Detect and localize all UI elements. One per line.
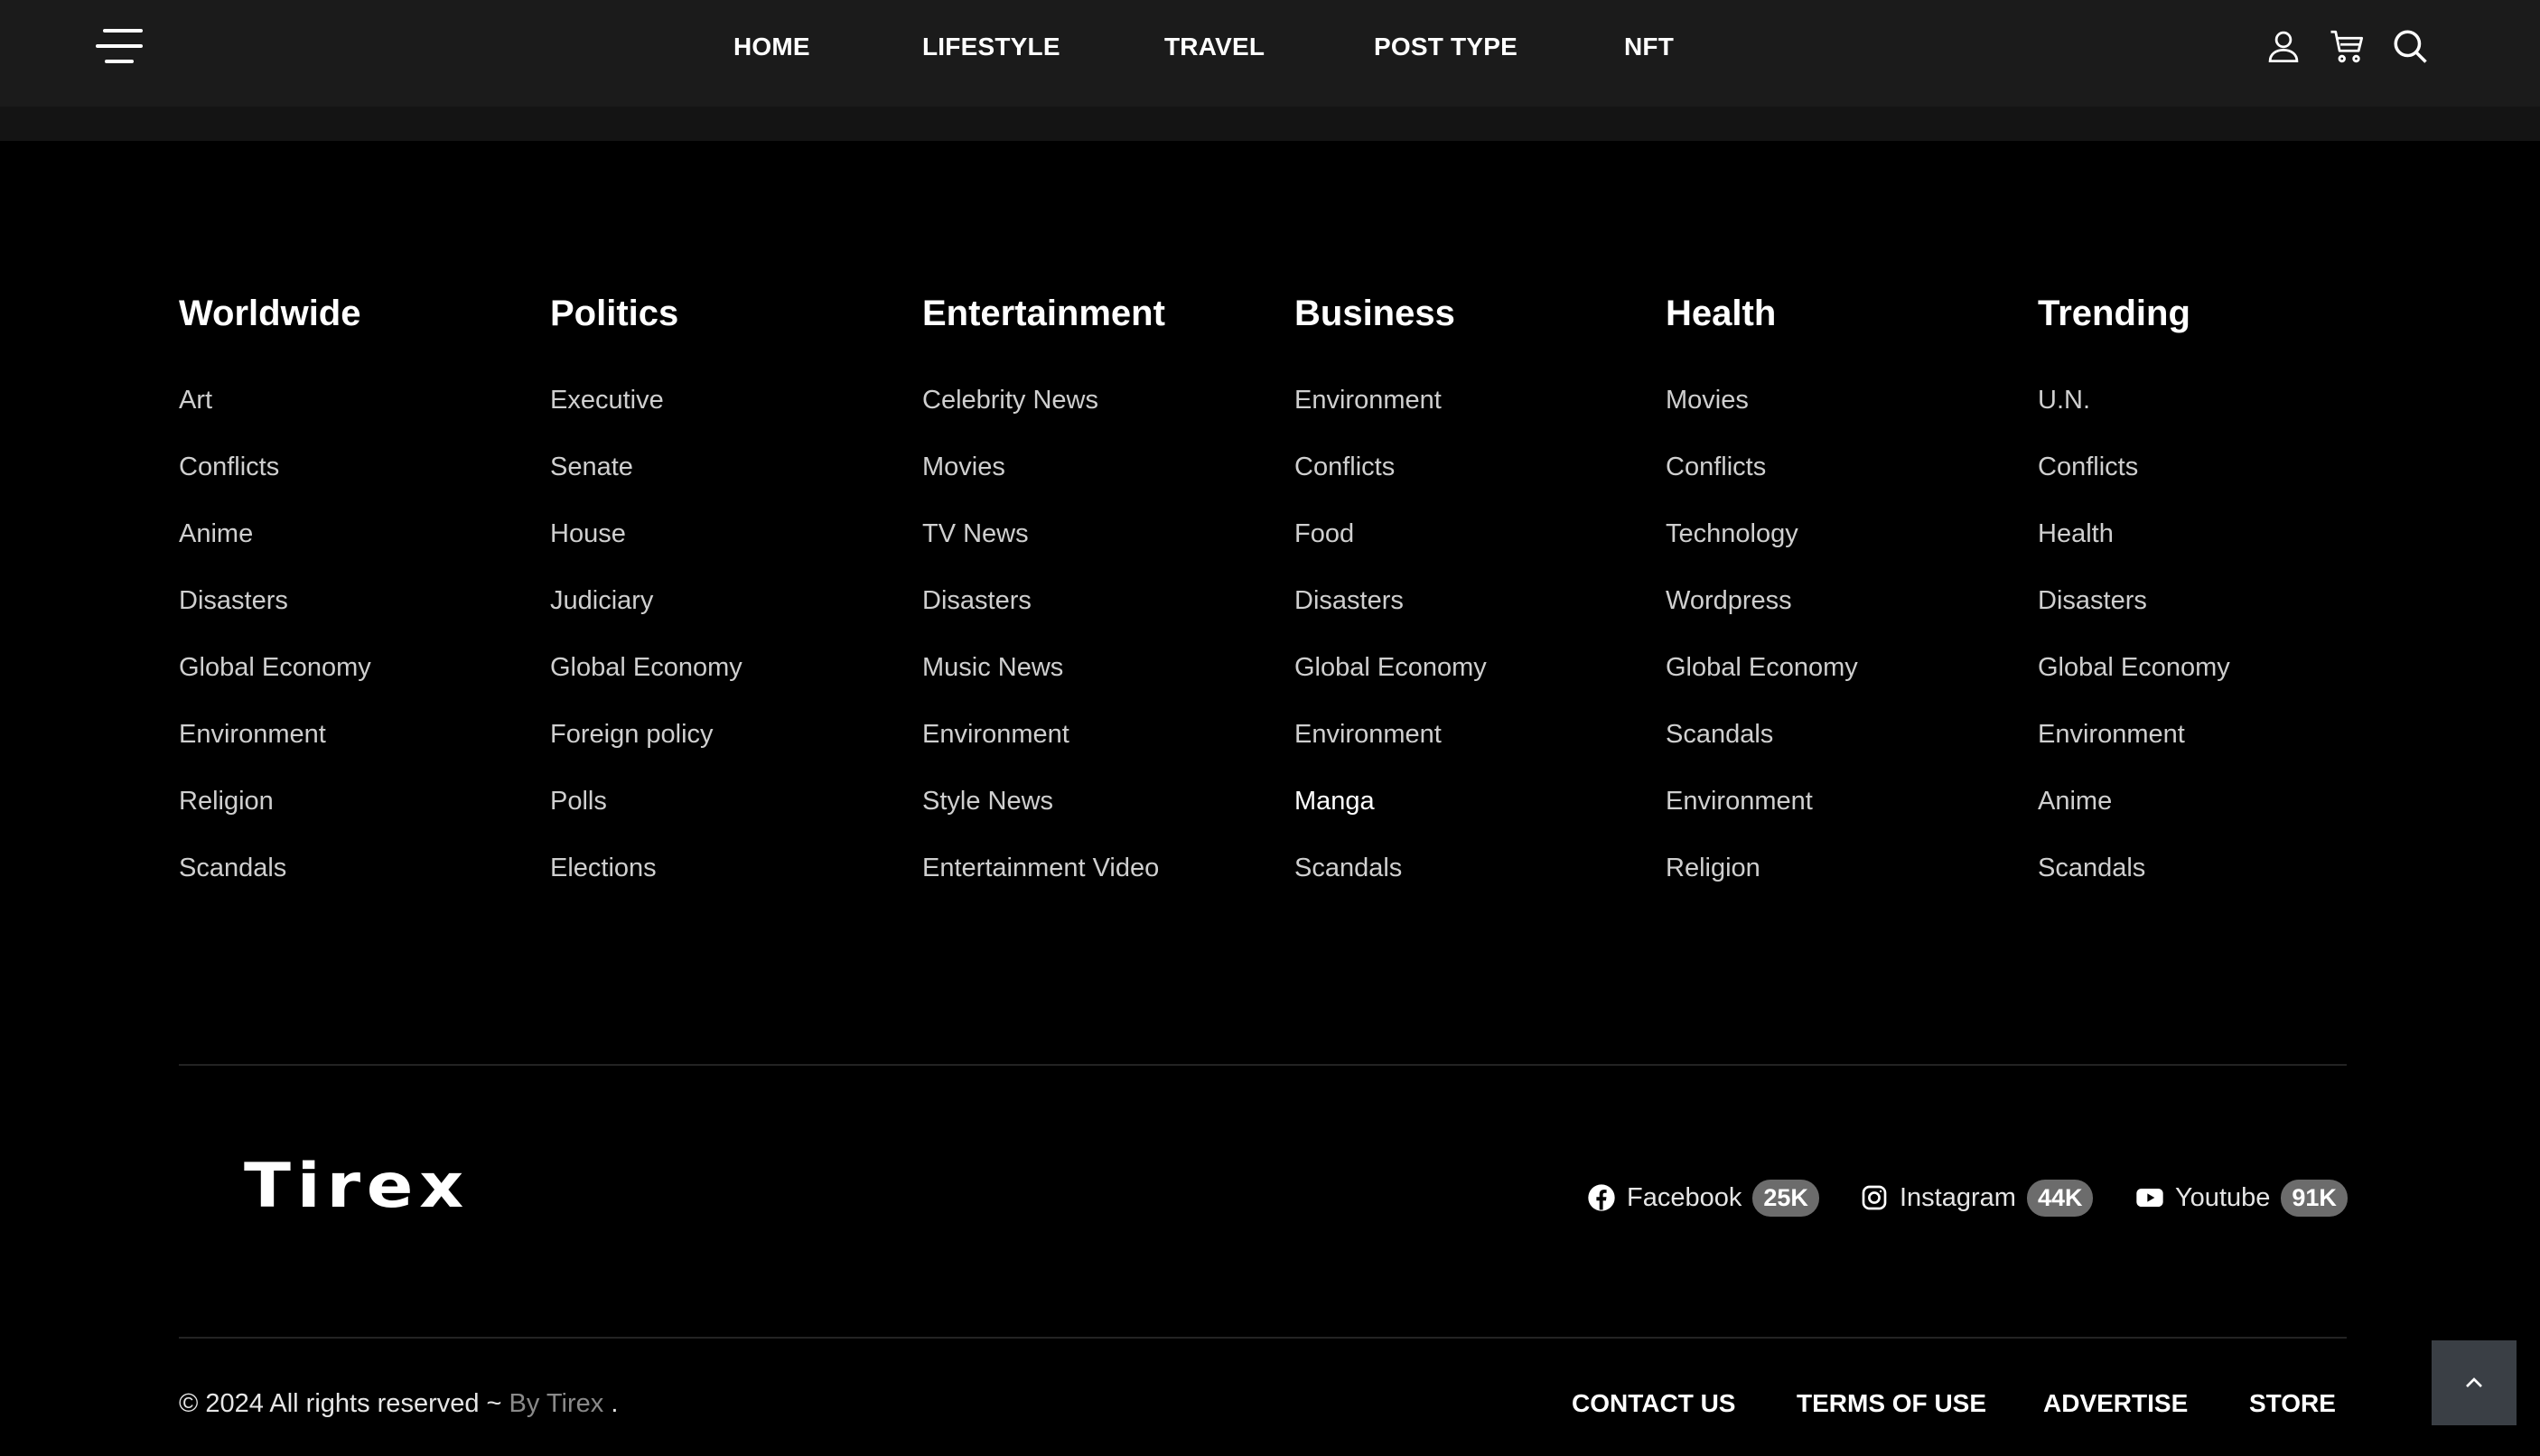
list-item[interactable]: TV News <box>922 520 1265 587</box>
list-item[interactable]: Wordpress <box>1666 587 2009 654</box>
list-item[interactable]: Disasters <box>1294 587 1638 654</box>
column-title[interactable]: Trending <box>2038 291 2381 336</box>
list-item[interactable]: Executive <box>550 387 893 453</box>
instagram-icon <box>1862 1185 1887 1210</box>
column-title[interactable]: Politics <box>550 291 893 336</box>
copyright-period: . <box>603 1389 619 1418</box>
chevron-up-icon <box>2466 1377 2482 1387</box>
column-health: Health Movies Conflicts Technology Wordp… <box>1666 291 2009 921</box>
list-item[interactable]: Conflicts <box>2038 453 2381 520</box>
main-nav: HOME LIFESTYLE TRAVEL POST TYPE NFT <box>0 0 2540 94</box>
copyright-text: © 2024 All rights reserved ~ By Tirex . <box>179 1389 618 1419</box>
list-item[interactable]: Music News <box>922 654 1265 721</box>
list-item[interactable]: Celebrity News <box>922 387 1265 453</box>
list-item[interactable]: Scandals <box>1666 721 2009 788</box>
social-youtube-link[interactable]: Youtube 91K <box>2135 1178 2348 1218</box>
copyright-label: © 2024 All rights reserved ~ <box>179 1389 509 1418</box>
nav-home[interactable]: HOME <box>733 33 810 61</box>
column-title[interactable]: Worldwide <box>179 291 522 336</box>
brand-logo[interactable]: Tirex <box>244 1156 470 1218</box>
list-item[interactable]: Scandals <box>2038 854 2381 921</box>
divider <box>179 1337 2347 1339</box>
list-item[interactable]: Disasters <box>179 587 522 654</box>
cart-icon[interactable] <box>2328 27 2366 65</box>
footer-link-store[interactable]: STORE <box>2249 1389 2336 1418</box>
list-item[interactable]: Global Economy <box>2038 654 2381 721</box>
column-politics: Politics Executive Senate House Judiciar… <box>550 291 893 921</box>
facebook-icon <box>1588 1184 1615 1211</box>
list-item[interactable]: Technology <box>1666 520 2009 587</box>
column-title[interactable]: Health <box>1666 291 2009 336</box>
list-item[interactable]: Environment <box>1294 387 1638 453</box>
back-to-top-button[interactable] <box>2432 1340 2517 1425</box>
follower-count-badge: 25K <box>1752 1179 1819 1217</box>
list-item[interactable]: Anime <box>179 520 522 587</box>
list-item-hovered[interactable]: Manga <box>1294 788 1638 854</box>
list-item[interactable]: Scandals <box>179 854 522 921</box>
search-icon[interactable] <box>2391 27 2429 65</box>
follower-count-badge: 91K <box>2281 1179 2348 1217</box>
header-underlay <box>0 107 2540 141</box>
list-item[interactable]: Global Economy <box>550 654 893 721</box>
column-title[interactable]: Business <box>1294 291 1638 336</box>
nav-post-type[interactable]: POST TYPE <box>1374 33 1517 61</box>
column-title[interactable]: Entertainment <box>922 291 1265 336</box>
list-item[interactable]: Art <box>179 387 522 453</box>
list-item[interactable]: Disasters <box>2038 587 2381 654</box>
list-item[interactable]: U.N. <box>2038 387 2381 453</box>
list-item[interactable]: Food <box>1294 520 1638 587</box>
divider <box>179 1064 2347 1066</box>
follower-count-badge: 44K <box>2026 1179 2094 1217</box>
list-item[interactable]: Polls <box>550 788 893 854</box>
list-item[interactable]: Entertainment Video <box>922 854 1265 921</box>
list-item[interactable]: Style News <box>922 788 1265 854</box>
list-item[interactable]: Environment <box>179 721 522 788</box>
footer-link-contact-us[interactable]: CONTACT US <box>1572 1389 1735 1418</box>
list-item[interactable]: Conflicts <box>1666 453 2009 520</box>
list-item[interactable]: Senate <box>550 453 893 520</box>
list-item[interactable]: Environment <box>2038 721 2381 788</box>
list-item[interactable]: Conflicts <box>179 453 522 520</box>
list-item[interactable]: Movies <box>922 453 1265 520</box>
top-navbar: HOME LIFESTYLE TRAVEL POST TYPE NFT <box>0 0 2540 107</box>
list-item[interactable]: Environment <box>1666 788 2009 854</box>
column-trending: Trending U.N. Conflicts Health Disasters… <box>2038 291 2381 921</box>
nav-lifestyle[interactable]: LIFESTYLE <box>922 33 1060 61</box>
list-item[interactable]: Foreign policy <box>550 721 893 788</box>
list-item[interactable]: Disasters <box>922 587 1265 654</box>
list-item[interactable]: Movies <box>1666 387 2009 453</box>
footer-link-advertise[interactable]: ADVERTISE <box>2043 1389 2188 1418</box>
column-entertainment: Entertainment Celebrity News Movies TV N… <box>922 291 1265 921</box>
list-item[interactable]: Global Economy <box>1294 654 1638 721</box>
nav-nft[interactable]: NFT <box>1624 33 1674 61</box>
nav-travel[interactable]: TRAVEL <box>1164 33 1265 61</box>
footer-link-columns: Worldwide Art Conflicts Anime Disasters … <box>179 291 2347 923</box>
list-item[interactable]: Scandals <box>1294 854 1638 921</box>
list-item[interactable]: Environment <box>1294 721 1638 788</box>
social-label: Youtube <box>2175 1182 2271 1212</box>
social-label: Instagram <box>1900 1182 2016 1212</box>
list-item[interactable]: Conflicts <box>1294 453 1638 520</box>
list-item[interactable]: Religion <box>179 788 522 854</box>
list-item[interactable]: House <box>550 520 893 587</box>
user-icon[interactable] <box>2265 27 2302 65</box>
youtube-icon <box>2136 1189 2163 1207</box>
list-item[interactable]: Religion <box>1666 854 2009 921</box>
column-business: Business Environment Conflicts Food Disa… <box>1294 291 1638 921</box>
list-item[interactable]: Anime <box>2038 788 2381 854</box>
author-link[interactable]: By Tirex <box>509 1389 604 1418</box>
list-item[interactable]: Health <box>2038 520 2381 587</box>
column-worldwide: Worldwide Art Conflicts Anime Disasters … <box>179 291 522 921</box>
social-instagram-link[interactable]: Instagram 44K <box>1860 1178 2094 1218</box>
list-item[interactable]: Global Economy <box>1666 654 2009 721</box>
footer-link-terms-of-use[interactable]: TERMS OF USE <box>1797 1389 1986 1418</box>
list-item[interactable]: Environment <box>922 721 1265 788</box>
social-label: Facebook <box>1627 1182 1742 1212</box>
list-item[interactable]: Judiciary <box>550 587 893 654</box>
social-facebook-link[interactable]: Facebook 25K <box>1587 1178 1819 1218</box>
list-item[interactable]: Elections <box>550 854 893 921</box>
list-item[interactable]: Global Economy <box>179 654 522 721</box>
